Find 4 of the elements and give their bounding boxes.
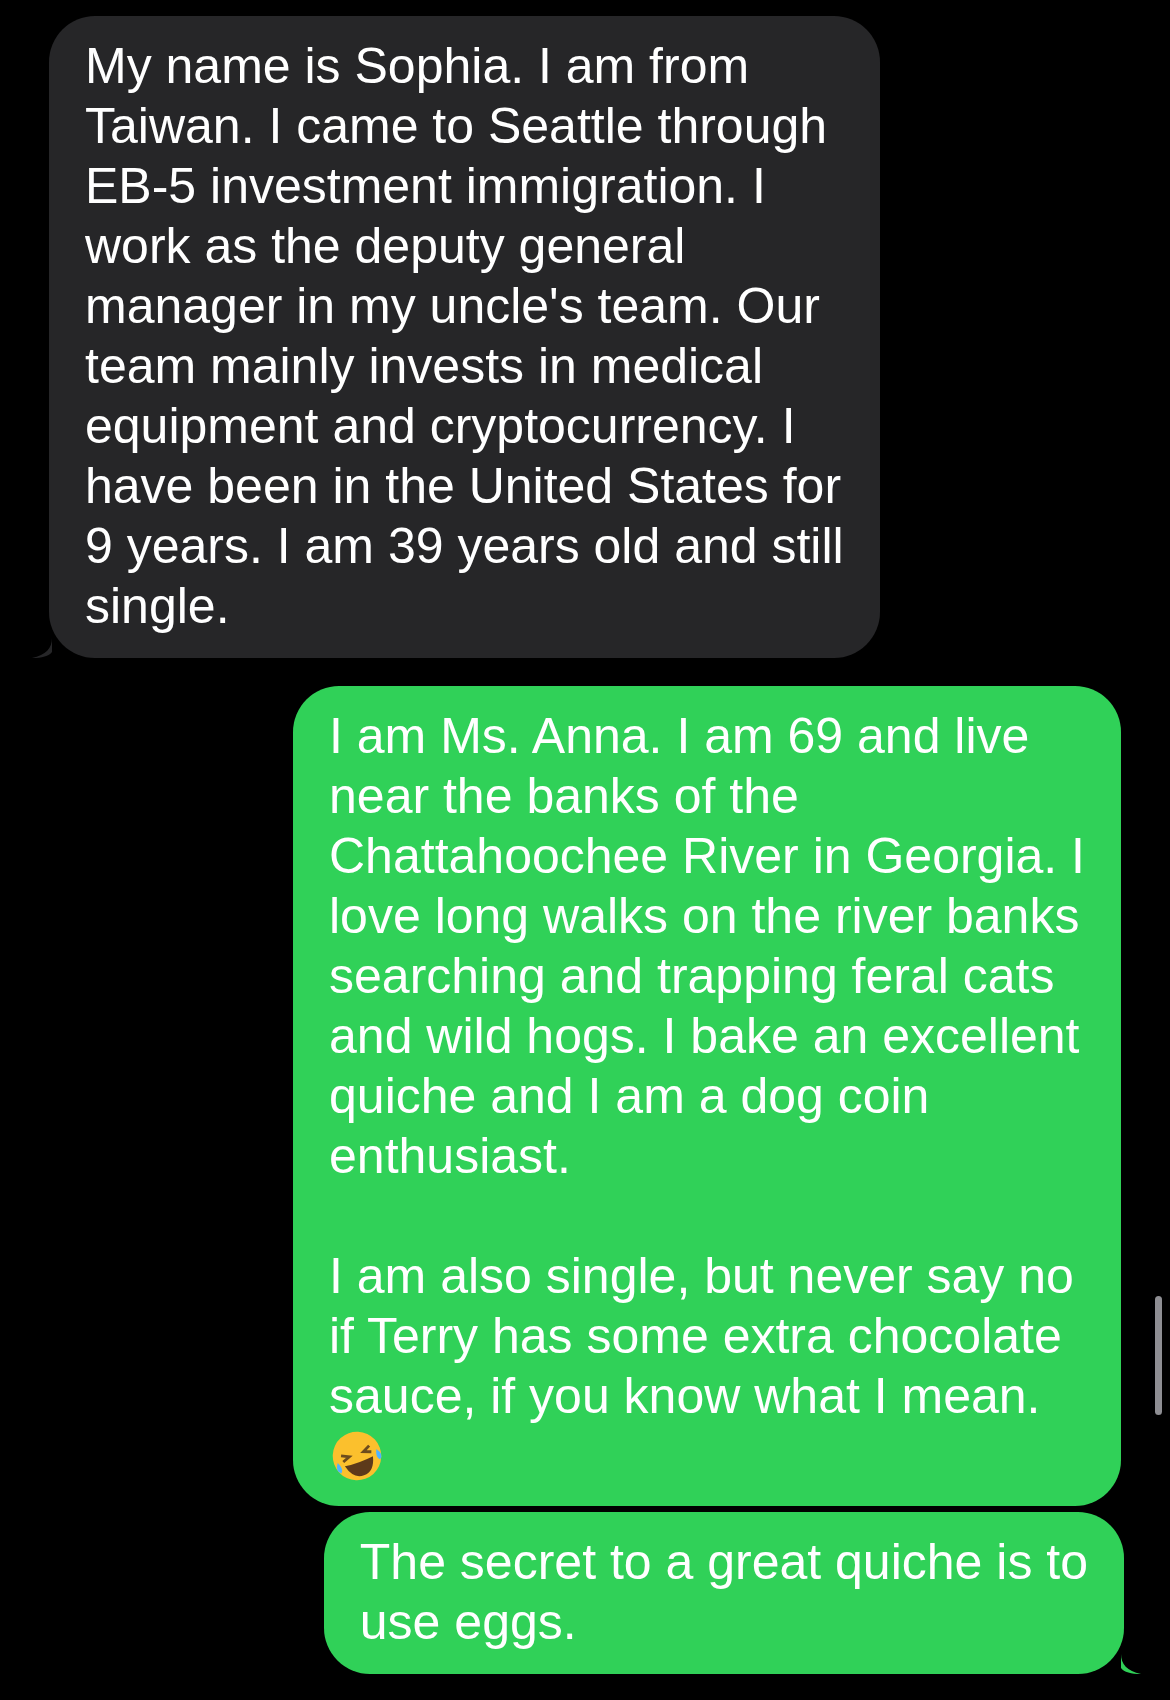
message-text: I am Ms. Anna. I am 69 and live near the banks of the Chattahoochee River in Georgia. I love long walks on the river banks searching and trapping feral cats and wild hogs. I bake an excellent quiche and I am a dog coin enthusiast. I am also single, but never say no if Terry has some extra chocolate sauce, if you know what I mean. (329, 707, 1085, 1426)
scroll-bar[interactable] (1155, 1296, 1162, 1415)
message-text: The secret to a great quiche is to use eggs. (359, 1533, 1088, 1652)
message-text: My name is Sophia. I am from Taiwan. I came to Seattle through EB-5 investment immigration. I work as the deputy general manager in my uncle's team. Our team mainly invests in medical equipment and cryptocurrency. I have been in the United States for 9 years. I am 39 years old and still single. (85, 37, 844, 636)
